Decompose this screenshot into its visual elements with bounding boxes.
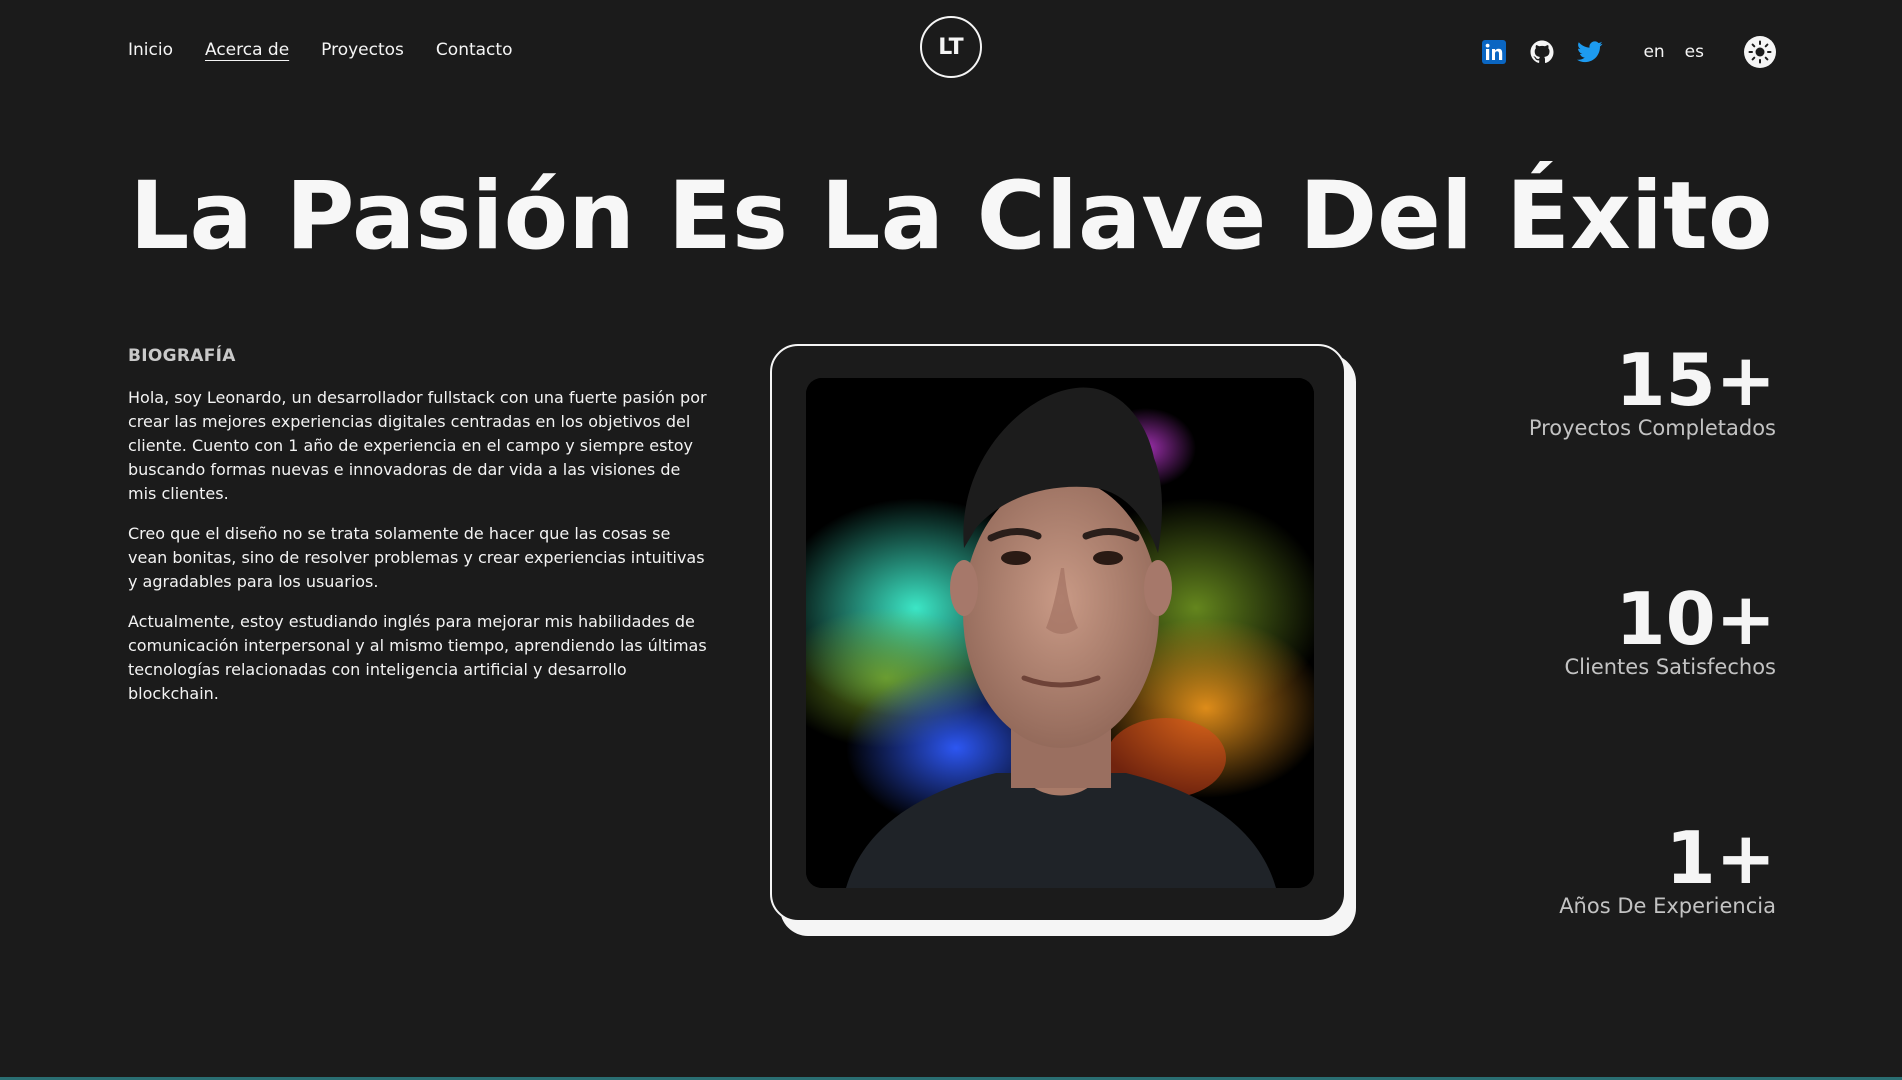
nav-right-group: en es <box>1481 36 1776 68</box>
nav-link-acerca-de[interactable]: Acerca de <box>205 40 289 60</box>
twitter-icon[interactable] <box>1577 39 1604 65</box>
biography-paragraph: Hola, soy Leonardo, un desarrollador ful… <box>128 388 707 503</box>
language-switcher: en es <box>1643 42 1704 62</box>
stat-label: Clientes Satisfechos <box>1564 655 1777 679</box>
stat-value: 15+ <box>1615 338 1776 422</box>
profile-photo-frame <box>770 344 1346 922</box>
biography-title: BIOGRAFÍA <box>128 346 236 366</box>
stat-label: Años De Experiencia <box>1559 894 1776 918</box>
linkedin-icon[interactable] <box>1481 39 1507 65</box>
stat-label: Proyectos Completados <box>1528 416 1776 440</box>
stats-section: 15+ Proyectos Completados 10+ Clientes S… <box>1436 340 1776 1057</box>
stat-projects: 15+ Proyectos Completados <box>1436 340 1776 579</box>
about-page: Inicio Acerca de Proyectos Contacto LT e… <box>0 0 1902 1080</box>
biography-section: BIOGRAFÍA Hola, soy Leonardo, un desarro… <box>128 346 708 722</box>
nav-link-inicio[interactable]: Inicio <box>128 40 173 60</box>
stat-experience: 1+ Años De Experiencia <box>1436 818 1776 1057</box>
stat-clients: 10+ Clientes Satisfechos <box>1436 577 1777 818</box>
nav-link-proyectos[interactable]: Proyectos <box>321 40 404 60</box>
nav-link-contacto[interactable]: Contacto <box>436 40 513 60</box>
stat-value: 10+ <box>1615 577 1776 661</box>
sun-icon <box>1748 40 1772 64</box>
profile-photo <box>806 378 1314 888</box>
biography-paragraph: Actualmente, estoy estudiando inglés par… <box>128 612 707 703</box>
main-nav: Inicio Acerca de Proyectos Contacto <box>128 40 512 60</box>
lang-en-link[interactable]: en <box>1643 42 1664 62</box>
page-headline: La Pasión Es La Clave Del Éxito <box>129 162 1773 271</box>
github-icon[interactable] <box>1529 39 1555 65</box>
site-logo[interactable]: LT <box>920 16 982 78</box>
biography-paragraph: Creo que el diseño no se trata solamente… <box>128 524 705 591</box>
stat-value: 1+ <box>1665 816 1776 900</box>
theme-toggle-button[interactable] <box>1744 36 1776 68</box>
lang-es-link[interactable]: es <box>1685 42 1704 62</box>
